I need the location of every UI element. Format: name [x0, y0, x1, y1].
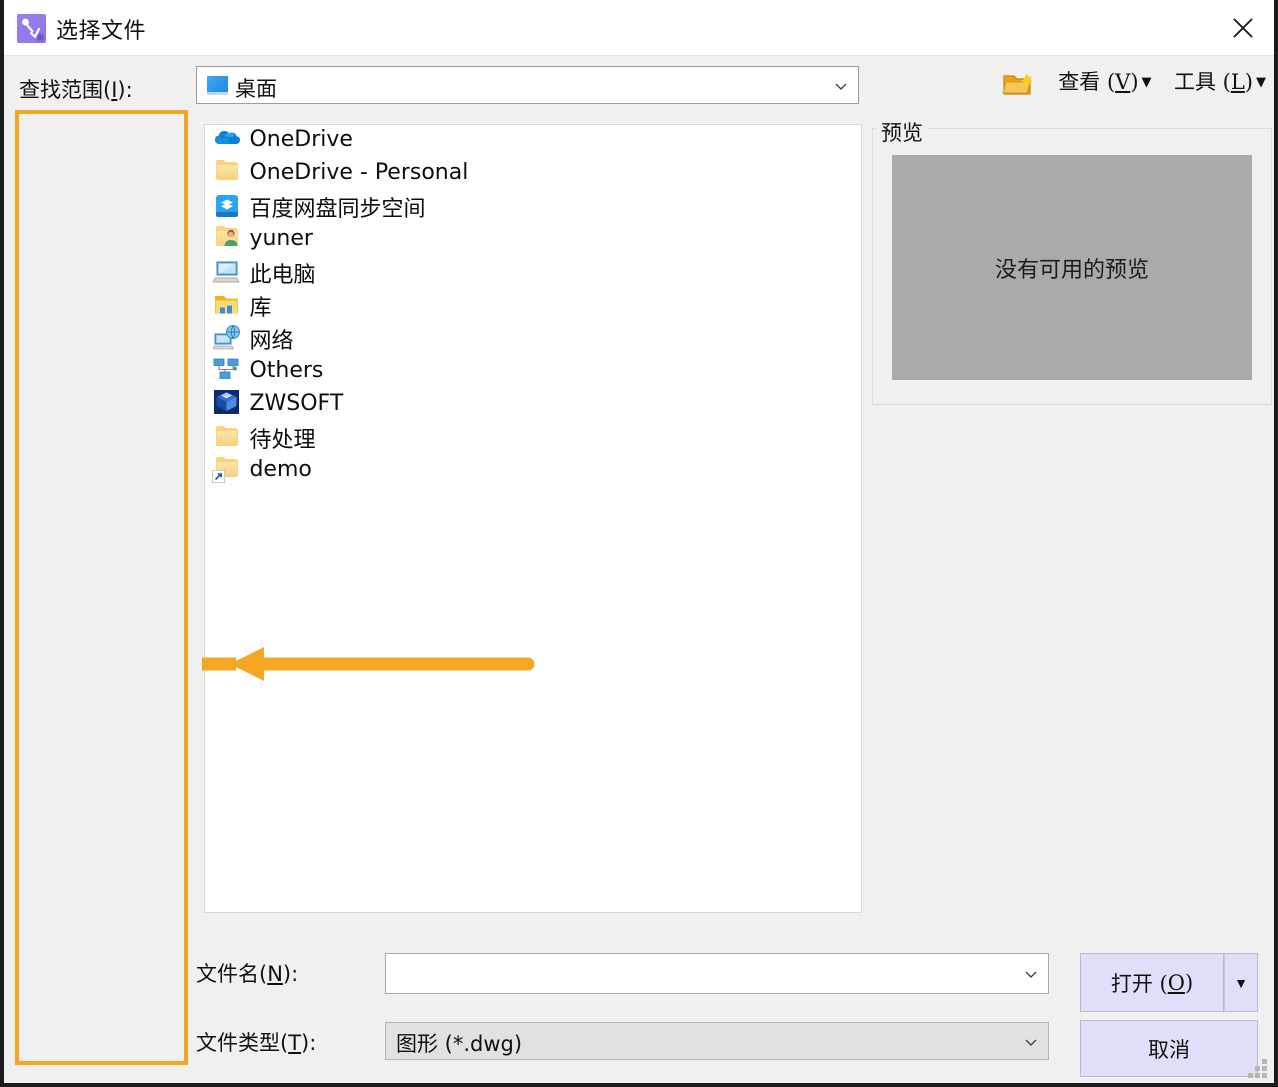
- places-sidebar[interactable]: [17, 112, 186, 1063]
- titlebar: 选择文件: [4, 0, 1274, 56]
- file-list[interactable]: OneDrive OneDrive - Personal 百度网盘同步空间 yu…: [204, 124, 862, 913]
- list-item[interactable]: demo: [205, 455, 861, 488]
- list-item[interactable]: 网络: [205, 323, 861, 356]
- zwsoft-icon: [213, 388, 243, 416]
- filetype-label: 文件类型(T):: [196, 1031, 317, 1055]
- cancel-button[interactable]: 取消: [1080, 1020, 1258, 1077]
- view-menu[interactable]: 查看 (V) ▼: [1058, 66, 1151, 96]
- list-item[interactable]: 此电脑: [205, 257, 861, 290]
- open-button-group: 打开 (O) ▼: [1080, 953, 1258, 1012]
- chevron-down-icon: ▼: [1256, 75, 1266, 90]
- list-item[interactable]: OneDrive - Personal: [205, 158, 861, 191]
- baidu-netdisk-icon: [213, 192, 243, 220]
- network-nodes-icon: [213, 355, 243, 383]
- desktop-icon: [207, 76, 228, 95]
- app-curve-icon: [17, 14, 46, 43]
- close-icon[interactable]: [1212, 0, 1274, 55]
- list-item-label: ZWSOFT: [249, 390, 344, 416]
- folder-shortcut-icon: [212, 454, 243, 483]
- filename-input[interactable]: [394, 954, 1014, 993]
- this-pc-icon: [212, 258, 243, 286]
- list-item-label: OneDrive - Personal: [249, 159, 469, 185]
- list-item[interactable]: 库: [205, 290, 861, 323]
- select-file-dialog: 选择文件 查找范围(I): 桌面 查看 (V) ▼ 工具 (L) ▼ OneDr…: [0, 0, 1278, 1087]
- list-item-label: 网络: [249, 329, 294, 354]
- filename-combobox[interactable]: [385, 953, 1049, 994]
- list-item[interactable]: 待处理: [205, 422, 861, 455]
- dialog-toolbar: 查看 (V) ▼ 工具 (L) ▼: [984, 66, 1266, 106]
- list-item-label: demo: [249, 456, 312, 482]
- list-item[interactable]: yuner: [205, 224, 861, 257]
- open-dropdown-arrow-icon[interactable]: ▼: [1224, 953, 1258, 1012]
- chevron-down-icon: [835, 83, 847, 90]
- preview-empty-text: 没有可用的预览: [994, 257, 1149, 283]
- list-item[interactable]: ZWSOFT: [205, 389, 861, 422]
- chevron-down-icon[interactable]: [1024, 967, 1038, 981]
- onedrive-cloud-icon: [213, 125, 243, 152]
- list-item-label: Others: [249, 357, 324, 383]
- libraries-icon: [213, 291, 243, 319]
- open-button[interactable]: 打开 (O): [1080, 953, 1224, 1012]
- list-item-label: yuner: [249, 225, 313, 251]
- tools-menu[interactable]: 工具 (L) ▼: [1174, 66, 1266, 96]
- list-item-label: 待处理: [249, 428, 316, 453]
- folder-icon: [213, 423, 243, 451]
- filetype-value: 图形 (*.dwg): [396, 1032, 523, 1056]
- list-item-label: 此电脑: [249, 263, 316, 288]
- list-item[interactable]: 百度网盘同步空间: [205, 191, 861, 224]
- chevron-down-icon: ▼: [1141, 75, 1152, 90]
- list-item[interactable]: OneDrive: [205, 125, 861, 158]
- preview-caption: 预览: [876, 117, 928, 147]
- look-in-value: 桌面: [235, 77, 277, 101]
- filename-label: 文件名(N):: [196, 962, 299, 986]
- look-in-combobox[interactable]: 桌面: [196, 66, 859, 104]
- chevron-down-icon: [1025, 1039, 1037, 1046]
- list-item-label: 库: [249, 296, 272, 321]
- new-folder-icon[interactable]: [1002, 70, 1036, 100]
- filetype-combobox[interactable]: 图形 (*.dwg): [385, 1022, 1049, 1060]
- resize-grip[interactable]: [1248, 1059, 1267, 1078]
- list-item-label: OneDrive: [249, 126, 353, 152]
- folder-icon: [213, 157, 243, 185]
- window-title: 选择文件: [56, 19, 147, 44]
- list-item-label: 百度网盘同步空间: [249, 197, 426, 222]
- network-icon: [211, 324, 243, 352]
- preview-area: 没有可用的预览: [892, 155, 1252, 380]
- user-folder-icon: [213, 223, 243, 251]
- list-item[interactable]: Others: [205, 356, 861, 389]
- look-in-label: 查找范围(I):: [19, 78, 133, 102]
